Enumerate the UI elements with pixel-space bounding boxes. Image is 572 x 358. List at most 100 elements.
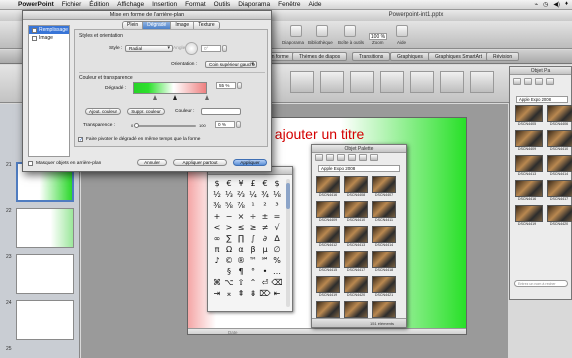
- symbol-cell[interactable]: ∫: [247, 233, 259, 244]
- symbol-cell[interactable]: ⅜: [211, 200, 223, 211]
- symbol-cell[interactable]: +: [211, 211, 223, 222]
- category-remplissage[interactable]: Remplissage: [29, 26, 69, 34]
- photo-item[interactable]: DSCN4413: [344, 226, 370, 251]
- photo-item[interactable]: DSCN4411: [372, 201, 398, 226]
- transparency-field[interactable]: 0 %: [215, 121, 235, 128]
- photo-item[interactable]: DSCN4409: [515, 130, 545, 155]
- photo-thumbnail[interactable]: [547, 130, 572, 147]
- library-icon[interactable]: [316, 25, 328, 37]
- symbol-cell[interactable]: ¾: [259, 189, 271, 200]
- symbol-cell[interactable]: =: [271, 211, 283, 222]
- photo-item[interactable]: DSCN4410: [344, 201, 370, 226]
- style-thumbnail[interactable]: [350, 71, 374, 93]
- album-select-right[interactable]: Apple Expo 2008: [516, 96, 568, 103]
- palette-tool-icon[interactable]: [326, 154, 334, 161]
- tab-graphiques[interactable]: Graphiques: [390, 52, 430, 61]
- symbol-cell[interactable]: ×: [235, 211, 247, 222]
- photo-item[interactable]: DSCN4417: [344, 251, 370, 276]
- menu-fenetre[interactable]: Fenêtre: [274, 1, 304, 8]
- add-color-button[interactable]: Ajout. couleur: [85, 108, 121, 115]
- style-thumbnail[interactable]: [440, 71, 464, 93]
- photo-thumbnail[interactable]: [515, 205, 543, 222]
- symbol-cell[interactable]: [211, 266, 223, 277]
- photo-thumbnail[interactable]: [344, 226, 368, 243]
- position-stepper[interactable]: [237, 82, 242, 89]
- help-icon[interactable]: [396, 25, 408, 37]
- tab-smartart[interactable]: Graphiques SmartArt: [428, 52, 489, 61]
- photo-thumbnail[interactable]: [372, 276, 396, 293]
- photo-thumbnail[interactable]: [316, 251, 340, 268]
- menu-outils[interactable]: Outils: [210, 1, 235, 8]
- photo-thumbnail[interactable]: [515, 130, 543, 147]
- angle-knob[interactable]: [185, 42, 198, 55]
- photo-item[interactable]: DSCN4414: [547, 155, 572, 180]
- symbol-cell[interactable]: ∂: [259, 233, 271, 244]
- symbol-cell[interactable]: ∆: [271, 233, 283, 244]
- photo-thumbnail[interactable]: [547, 180, 572, 197]
- palette-tool-icon[interactable]: [535, 78, 543, 85]
- tab-transitions[interactable]: Transitions: [352, 52, 391, 61]
- photo-item[interactable]: DSCN4412: [316, 226, 342, 251]
- photo-thumbnail[interactable]: [515, 155, 543, 172]
- photo-item[interactable]: DSCN4420: [547, 205, 572, 230]
- tab-plein[interactable]: Plein: [123, 22, 144, 29]
- tab-image[interactable]: Image: [171, 22, 195, 29]
- photo-item[interactable]: DSCN4419: [515, 205, 545, 230]
- symbol-cell[interactable]: ©: [223, 255, 235, 266]
- symbol-cell[interactable]: ¼: [247, 189, 259, 200]
- clock-icon[interactable]: ◷: [543, 1, 548, 8]
- style-thumbnail[interactable]: [290, 71, 314, 93]
- transparency-stepper[interactable]: [236, 121, 241, 128]
- symbol-cell[interactable]: ®: [235, 255, 247, 266]
- photo-thumbnail[interactable]: [547, 105, 572, 122]
- photo-item[interactable]: DSCN4407: [372, 176, 398, 201]
- photo-item[interactable]: DSCN4415: [316, 251, 342, 276]
- symbol-cell[interactable]: ³: [271, 200, 283, 211]
- symbol-cell[interactable]: ∅: [271, 244, 283, 255]
- palette-tool-icon[interactable]: [546, 78, 554, 85]
- orientation-popup[interactable]: Coin supérieur gauche: [205, 61, 257, 68]
- symbol-cell[interactable]: ²: [259, 200, 271, 211]
- photo-thumbnail[interactable]: [372, 301, 396, 318]
- symbol-cell[interactable]: ⏎: [259, 277, 271, 288]
- symbol-cell[interactable]: ⇤: [271, 288, 283, 299]
- photo-thumbnail[interactable]: [316, 201, 340, 218]
- symbol-cell[interactable]: $: [211, 178, 223, 189]
- search-field[interactable]: Entrez un nom à recher: [514, 280, 568, 287]
- photo-item[interactable]: DSCN4413: [515, 155, 545, 180]
- symbol-cell[interactable]: ¶: [235, 266, 247, 277]
- symbol-cell[interactable]: ±: [259, 211, 271, 222]
- category-image[interactable]: Image: [29, 34, 69, 42]
- menu-affichage[interactable]: Affichage: [113, 1, 148, 8]
- slide-thumbnail[interactable]: [16, 208, 74, 248]
- style-thumbnail[interactable]: [380, 71, 404, 93]
- symbol-cell[interactable]: µ: [259, 244, 271, 255]
- symbol-cell[interactable]: α: [235, 244, 247, 255]
- apply-button[interactable]: Appliquer: [233, 159, 267, 166]
- scroll-thumb[interactable]: [286, 183, 290, 209]
- hide-background-checkbox[interactable]: [28, 161, 33, 166]
- symbol-cell[interactable]: ⇧: [235, 277, 247, 288]
- photo-thumbnail[interactable]: [547, 155, 572, 172]
- photo-thumbnail[interactable]: [372, 176, 396, 193]
- symbol-cell[interactable]: ⌘: [211, 277, 223, 288]
- symbol-cell[interactable]: ™: [247, 255, 259, 266]
- palette-tool-icon[interactable]: [513, 78, 521, 85]
- photo-item[interactable]: DSCN4420: [344, 276, 370, 301]
- photo-item[interactable]: DSCN4406: [547, 105, 572, 130]
- tab-texture[interactable]: Texture: [194, 22, 219, 29]
- color-well[interactable]: [201, 108, 241, 115]
- photo-thumbnail[interactable]: [372, 251, 396, 268]
- symbol-cell[interactable]: €: [259, 178, 271, 189]
- symbol-cell[interactable]: £: [247, 178, 259, 189]
- palette-tool-icon[interactable]: [359, 154, 367, 161]
- symbol-cell[interactable]: Ω: [223, 244, 235, 255]
- photo-thumbnail[interactable]: [515, 180, 543, 197]
- photo-thumbnail[interactable]: [316, 226, 340, 243]
- symbol-cell[interactable]: ⇥: [211, 288, 223, 299]
- photo-thumbnail[interactable]: [372, 226, 396, 243]
- photo-thumbnail[interactable]: [344, 176, 368, 193]
- symbol-cell[interactable]: ≠: [259, 222, 271, 233]
- photo-thumbnail[interactable]: [316, 276, 340, 293]
- palette-tool-icon[interactable]: [524, 78, 532, 85]
